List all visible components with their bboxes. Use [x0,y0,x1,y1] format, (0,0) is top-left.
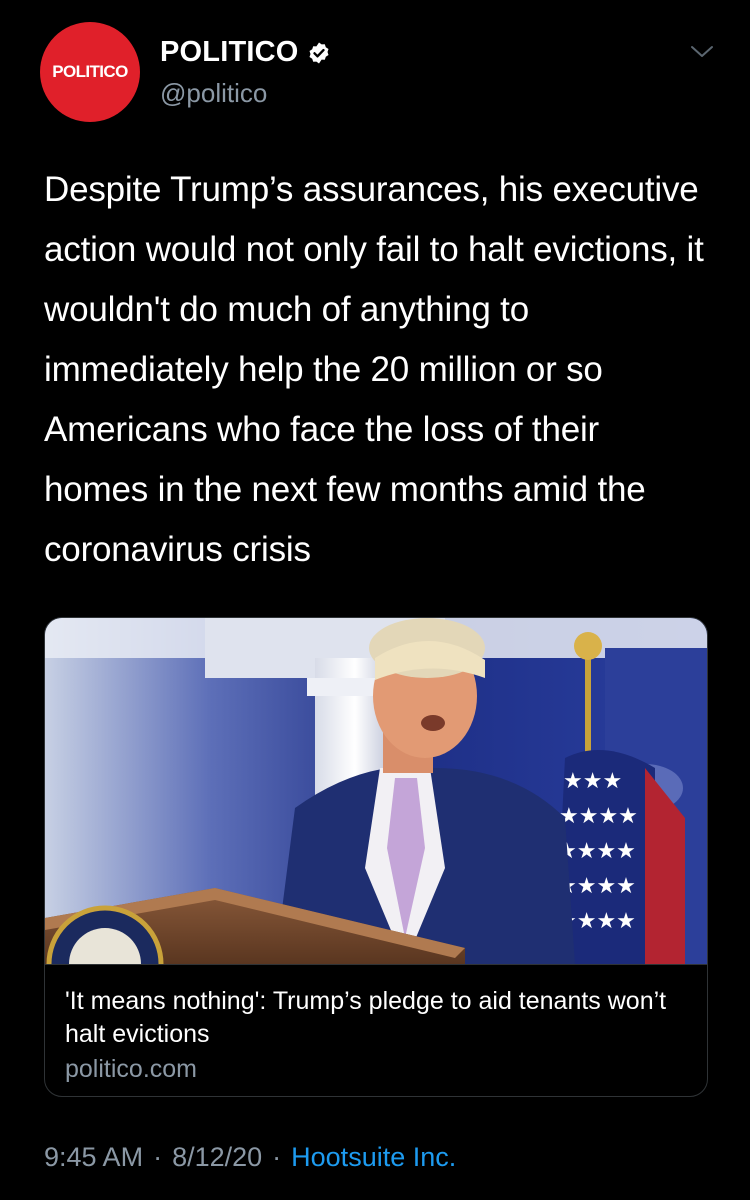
svg-text:★★★: ★★★ [563,769,622,794]
display-name[interactable]: POLITICO [160,36,299,69]
svg-text:★★★★: ★★★★ [559,804,638,829]
verified-badge-icon [307,41,331,65]
tweet-header: POLITICO POLITICO @politico [40,22,720,122]
avatar-logo-text: POLITICO [52,62,128,81]
name-row: POLITICO [160,36,331,69]
link-card[interactable]: ★★★ ★★★★ ★★★★ ★★★★ ★★★★ 'It means nothin… [44,617,708,1097]
tweet-text: Despite Trump’s assurances, his executiv… [44,170,704,569]
meta-separator: · [272,1142,282,1172]
avatar[interactable]: POLITICO [40,22,140,122]
tweet-time[interactable]: 9:45 AM [44,1142,143,1173]
card-body: 'It means nothing': Trump’s pledge to ai… [45,964,707,1096]
chevron-down-icon[interactable] [688,42,716,62]
svg-text:★★★★: ★★★★ [557,839,636,864]
card-domain: politico.com [65,1055,197,1083]
card-title: 'It means nothing': Trump’s pledge to ai… [65,987,667,1048]
tweet-meta: 9:45 AM · 8/12/20 · Hootsuite Inc. [44,1142,456,1173]
card-image: ★★★ ★★★★ ★★★★ ★★★★ ★★★★ [45,618,707,964]
account-handle[interactable]: @politico [160,78,267,109]
tweet-date[interactable]: 8/12/20 [172,1142,262,1173]
tweet: POLITICO POLITICO @politico Despite Trum… [0,0,750,1200]
tweet-source-link[interactable]: Hootsuite Inc. [291,1142,456,1173]
meta-separator: · [153,1142,163,1172]
